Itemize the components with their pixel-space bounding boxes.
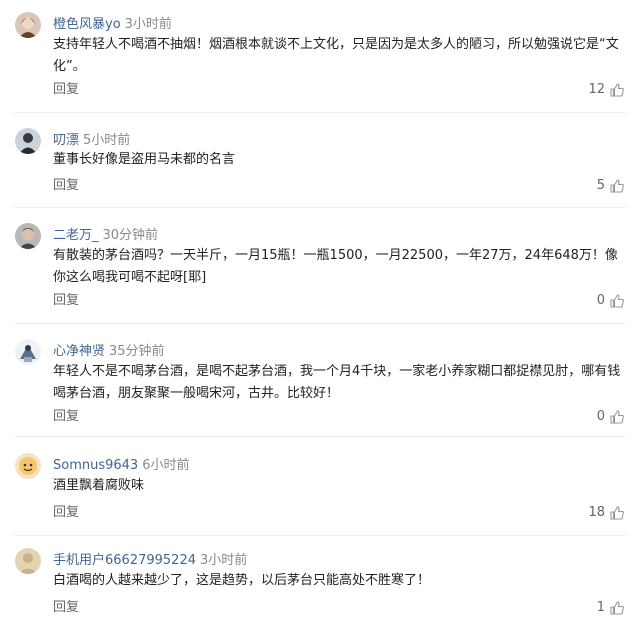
comment-meta: 二老万_ 30分钟前 [53, 226, 158, 246]
comment: 二老万_ 30分钟前 有散装的茅台酒吗？一天半斤，一月15瓶！一瓶1500，一月2… [0, 223, 640, 318]
divider [15, 207, 625, 208]
reply-button[interactable]: 回复 [53, 407, 79, 427]
like-area: 5 [597, 176, 625, 196]
timestamp: 3小时前 [124, 17, 172, 32]
like-area: 1 [597, 598, 625, 618]
divider [15, 323, 625, 324]
comment: Somnus9643 6小时前 酒里飘着腐败味 回复 18 [0, 453, 640, 533]
thumbs-up-icon[interactable] [609, 178, 625, 194]
comment-text: 董事长好像是盗用马未都的名言 [53, 152, 236, 167]
comment: 心净神贤 35分钟前 年轻人不是不喝茅台酒，是喝不起茅台酒，我一个月4千块，一家老… [0, 339, 640, 434]
username-link[interactable]: 手机用户66627995224 [53, 553, 196, 568]
timestamp: 30分钟前 [102, 228, 159, 243]
like-area: 0 [597, 291, 625, 311]
like-area: 0 [597, 407, 625, 427]
comment-meta: 心净神贤 35分钟前 [53, 342, 165, 362]
comment: 橙色风暴yo 3小时前 支持年轻人不喝酒不抽烟！烟酒根本就谈不上文化，只是因为是太… [0, 12, 640, 112]
reply-button[interactable]: 回复 [53, 503, 79, 523]
timestamp: 35分钟前 [109, 344, 165, 359]
timestamp: 3小时前 [199, 553, 248, 568]
thumbs-up-icon[interactable] [609, 293, 625, 309]
avatar[interactable] [15, 128, 41, 154]
divider [15, 535, 625, 536]
reply-button[interactable]: 回复 [53, 291, 79, 311]
timestamp: 6小时前 [142, 458, 190, 473]
divider [15, 436, 625, 437]
comment-text: 有散装的茅台酒吗？一天半斤，一月15瓶！一瓶1500，一月22500，一年27万… [53, 248, 618, 285]
like-count: 1 [596, 600, 605, 615]
like-count: 18 [588, 505, 605, 520]
avatar[interactable] [15, 223, 41, 249]
username-link[interactable]: 橙色风暴yo [53, 17, 121, 32]
like-count: 12 [588, 82, 605, 97]
thumbs-up-icon[interactable] [609, 409, 625, 425]
reply-button[interactable]: 回复 [53, 598, 79, 618]
like-count: 0 [596, 293, 605, 308]
username-link[interactable]: 叨漂 [53, 133, 79, 148]
thumbs-up-icon[interactable] [609, 505, 625, 521]
username-link[interactable]: Somnus9643 [53, 458, 138, 473]
reply-button[interactable]: 回复 [53, 176, 79, 196]
thumbs-up-icon[interactable] [609, 600, 625, 616]
comment-text: 酒里飘着腐败味 [53, 478, 145, 493]
comment-meta: 手机用户66627995224 3小时前 [53, 551, 247, 571]
like-area: 18 [588, 503, 625, 523]
reply-button[interactable]: 回复 [53, 80, 79, 100]
username-link[interactable]: 心净神贤 [53, 344, 105, 359]
comment-text: 年轻人不是不喝茅台酒，是喝不起茅台酒，我一个月4千块，一家老小养家糊口都捉襟见肘… [53, 364, 621, 401]
timestamp: 5小时前 [83, 133, 131, 148]
username-link[interactable]: 二老万_ [53, 228, 99, 243]
comment: 叨漂 5小时前 董事长好像是盗用马未都的名言 回复 5 [0, 128, 640, 208]
divider [15, 112, 625, 113]
comment-text: 白酒喝的人越来越少了，这是趋势，以后茅台只能高处不胜寒了！ [53, 573, 431, 588]
avatar[interactable] [15, 339, 41, 365]
avatar[interactable] [15, 453, 41, 479]
comment-meta: Somnus9643 6小时前 [53, 456, 190, 476]
avatar[interactable] [15, 548, 41, 574]
comment: 手机用户66627995224 3小时前 白酒喝的人越来越少了，这是趋势，以后茅台… [0, 548, 640, 628]
like-count: 5 [596, 178, 605, 193]
thumbs-up-icon[interactable] [609, 82, 625, 98]
comment-text: 支持年轻人不喝酒不抽烟！烟酒根本就谈不上文化，只是因为是太多人的陋习，所以勉强说… [53, 37, 619, 74]
comment-meta: 叨漂 5小时前 [53, 131, 130, 151]
comment-meta: 橙色风暴yo 3小时前 [53, 15, 172, 35]
like-count: 0 [596, 409, 605, 424]
like-area: 12 [588, 80, 625, 100]
avatar[interactable] [15, 12, 41, 38]
